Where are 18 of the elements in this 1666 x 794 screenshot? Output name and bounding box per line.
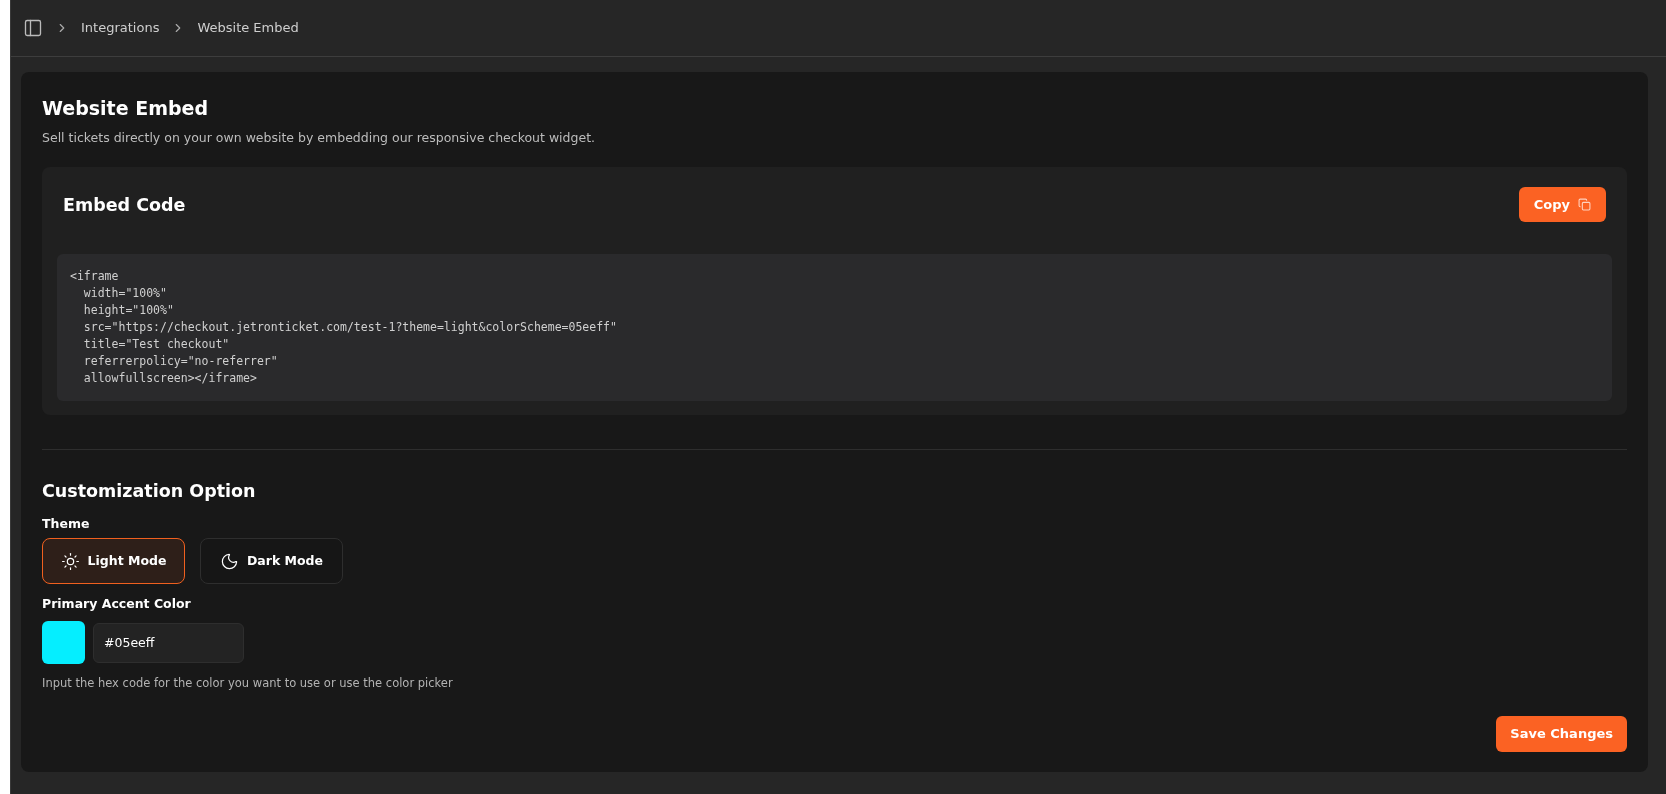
sidebar-toggle-icon[interactable] xyxy=(23,18,43,38)
field-label: Theme xyxy=(42,514,91,533)
hint-text: Input the hex code for the color you want to use or use the color picker xyxy=(42,675,454,692)
code-block: <iframe width="100%" height="100%" src="https://checkout.jetronticket.com/test-1?theme=light&colorScheme=05eeff" title="Test checkout" referrerpolicy="no-referrer" allowfullscreen></iframe> xyxy=(57,254,1612,402)
page-title: Website Embed xyxy=(42,96,210,121)
sun-icon xyxy=(60,551,80,571)
theme-option[interactable]: Dark Mode xyxy=(200,538,343,585)
section-title: Embed Code xyxy=(63,193,186,217)
color-swatch[interactable] xyxy=(42,621,85,664)
breadcrumb-item[interactable]: Integrations xyxy=(81,18,160,38)
hex-input-field[interactable]: #05eeff xyxy=(93,622,244,663)
breadcrumb-item: Website Embed xyxy=(197,19,299,38)
theme-option[interactable]: Light Mode xyxy=(42,538,185,585)
section-title: Customization Option xyxy=(42,480,257,504)
copy-icon xyxy=(1578,198,1591,212)
page-description: Sell tickets directly on your own website by embedding our responsive checkout widget. xyxy=(42,128,597,147)
field-label: Primary Accent Color xyxy=(42,595,192,614)
moon-icon xyxy=(219,551,239,571)
